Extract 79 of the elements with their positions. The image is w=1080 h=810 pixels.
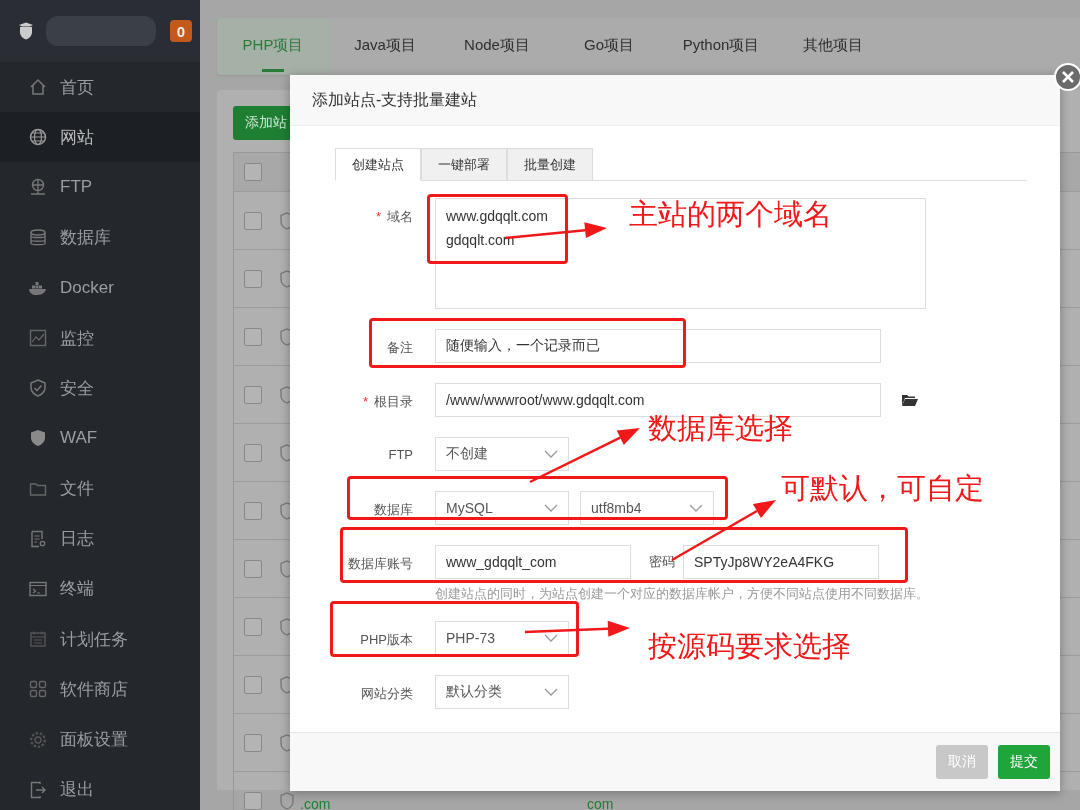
submit-button[interactable]: 提交 xyxy=(998,745,1050,779)
shield-icon xyxy=(280,791,294,810)
house-icon xyxy=(28,77,48,98)
nav-item[interactable]: 网站 xyxy=(0,112,200,163)
dropdown[interactable]: 默认分类 xyxy=(435,675,569,709)
dialog-title: 添加站点-支持批量建站 xyxy=(290,75,1060,126)
nav-item[interactable]: 日志 xyxy=(0,513,200,564)
row-checkbox[interactable] xyxy=(244,327,262,346)
row-checkbox[interactable] xyxy=(244,501,262,520)
chevron-down-icon xyxy=(544,633,558,643)
nav-item[interactable]: 终端 xyxy=(0,563,200,615)
field-label: * 根目录 xyxy=(361,393,413,411)
calendar-icon xyxy=(28,629,48,650)
field-label: PHP版本 xyxy=(359,631,413,649)
nav-item[interactable]: 文件 xyxy=(0,463,200,514)
select-all-checkbox[interactable] xyxy=(244,163,262,181)
account-input[interactable]: www_gdqqlt_com xyxy=(435,545,631,579)
close-icon[interactable] xyxy=(1054,63,1080,91)
project-tab[interactable]: Java项目 xyxy=(329,18,441,75)
field-label: 数据库 xyxy=(373,501,413,519)
row-checkbox[interactable] xyxy=(244,269,262,288)
field-label: 数据库账号 xyxy=(347,555,413,573)
annotation-text: 主站的两个域名 xyxy=(629,200,832,229)
folder-icon[interactable] xyxy=(901,393,919,407)
field-label: * 域名 xyxy=(374,208,413,226)
dialog-tab[interactable]: 批量创建 xyxy=(507,148,593,181)
dropdown[interactable]: utf8mb4 xyxy=(580,491,714,525)
network-globe-icon xyxy=(28,177,48,198)
project-tab[interactable]: 其他项目 xyxy=(777,18,889,75)
nav-item[interactable]: 面板设置 xyxy=(0,714,200,765)
project-tab[interactable]: Node项目 xyxy=(441,18,553,75)
notification-badge: 0 xyxy=(170,20,192,42)
chevron-down-icon xyxy=(544,503,558,513)
settings-icon xyxy=(28,729,48,750)
row-checkbox[interactable] xyxy=(244,385,262,404)
remark-input[interactable]: 随便输入，一个记录而已 xyxy=(435,329,881,363)
row-checkbox[interactable] xyxy=(244,733,262,752)
annotation-text: 数据库选择 xyxy=(648,414,793,443)
field-label: 备注 xyxy=(386,339,413,357)
shield-check-icon xyxy=(28,378,48,399)
chevron-down-icon xyxy=(544,449,558,459)
field-label: 网站分类 xyxy=(360,685,413,703)
chevron-down-icon xyxy=(544,687,558,697)
document-icon xyxy=(28,528,48,549)
nav-item[interactable]: 监控 xyxy=(0,312,200,364)
password-input[interactable]: SPTyJp8WY2eA4FKG xyxy=(683,545,879,579)
nav-item[interactable]: 软件商店 xyxy=(0,664,200,715)
project-tab[interactable]: Go项目 xyxy=(553,18,665,75)
database-icon xyxy=(28,227,48,248)
apps-grid-icon xyxy=(28,679,48,700)
shield-icon xyxy=(28,428,48,449)
field-label: FTP xyxy=(387,446,413,462)
row-checkbox[interactable] xyxy=(244,617,262,636)
annotation-text: 可默认，可自定 xyxy=(781,474,984,503)
chart-icon xyxy=(28,328,48,349)
nav-item[interactable]: 退出 xyxy=(0,764,200,810)
dialog-tab[interactable]: 创建站点 xyxy=(335,148,421,181)
row-checkbox[interactable] xyxy=(244,559,262,578)
nav-item[interactable]: 首页 xyxy=(0,62,200,113)
add-site-button[interactable]: 添加站 xyxy=(233,106,290,140)
row-checkbox[interactable] xyxy=(244,443,262,462)
nav-item[interactable]: WAF xyxy=(0,413,200,464)
nav-item[interactable]: FTP xyxy=(0,162,200,213)
dropdown[interactable]: MySQL xyxy=(435,491,569,525)
nav-item[interactable]: Docker xyxy=(0,262,200,313)
nav-item[interactable]: 数据库 xyxy=(0,212,200,263)
annotation-text: 按源码要求选择 xyxy=(648,632,851,661)
dropdown[interactable]: 不创建 xyxy=(435,437,569,471)
chevron-down-icon xyxy=(689,503,703,513)
field-label: 密码 xyxy=(648,553,676,571)
logout-icon xyxy=(28,779,48,800)
project-tab[interactable]: Python项目 xyxy=(665,18,777,75)
globe-icon xyxy=(28,127,48,148)
row-checkbox[interactable] xyxy=(244,675,262,694)
row-checkbox[interactable] xyxy=(244,211,262,230)
dialog-tab[interactable]: 一键部署 xyxy=(421,148,507,181)
row-checkbox[interactable] xyxy=(244,791,262,810)
nav-item[interactable]: 计划任务 xyxy=(0,614,200,665)
nav-item[interactable]: 安全 xyxy=(0,363,200,414)
